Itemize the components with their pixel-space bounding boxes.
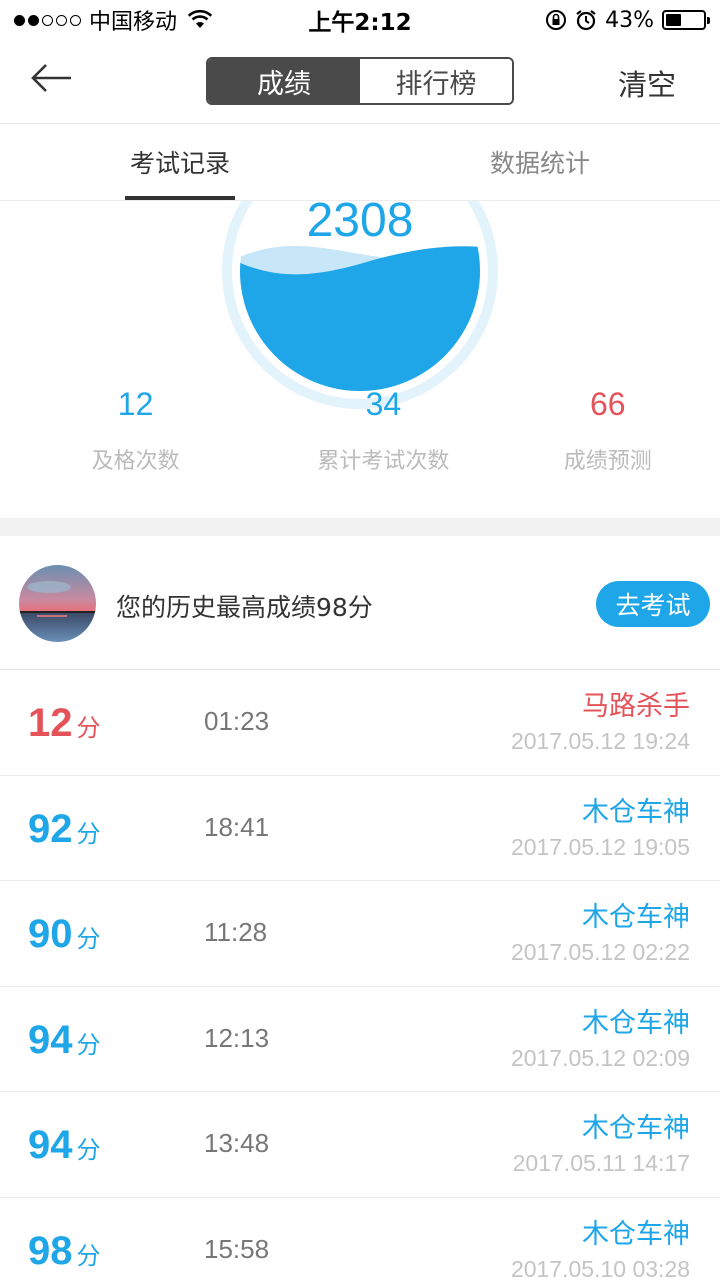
stat-label: 累计考试次数 xyxy=(317,449,450,474)
record-duration: 01:23 xyxy=(204,706,270,736)
record-row[interactable]: 98 分 15:58 木仓车神 2017.05.10 03:28 xyxy=(0,1198,720,1280)
stat-label: 及格次数 xyxy=(91,449,180,474)
score-value: 94 xyxy=(28,1017,73,1062)
record-row[interactable]: 94 分 12:13 木仓车神 2017.05.12 02:09 xyxy=(0,987,720,1092)
battery-icon xyxy=(662,10,710,30)
record-score: 98 分 xyxy=(28,1226,101,1280)
record-duration: 11:28 xyxy=(204,917,268,947)
record-rank: 木仓车神 xyxy=(582,796,690,828)
record-score: 90 分 xyxy=(28,909,101,965)
record-row[interactable]: 94 分 13:48 木仓车神 2017.05.11 14:17 xyxy=(0,1092,720,1198)
take-exam-button[interactable]: 去考试 xyxy=(596,581,710,627)
score-summary: 2308 12 及格次数 34 累计考试次数 66 成绩预测 xyxy=(0,201,720,518)
best-score-text: 您的历史最高成绩98分 xyxy=(116,593,373,622)
record-rank: 木仓车神 xyxy=(582,1007,690,1039)
record-datetime: 2017.05.12 02:09 xyxy=(510,1044,690,1071)
record-datetime: 2017.05.10 03:28 xyxy=(510,1255,690,1280)
tab-exam-records[interactable]: 考试记录 xyxy=(0,124,360,200)
tab-bar: 考试记录 数据统计 xyxy=(0,124,720,201)
segment-ranking[interactable]: 排行榜 xyxy=(360,59,512,103)
stats-row: 12 及格次数 34 累计考试次数 66 成绩预测 xyxy=(0,386,720,475)
alarm-icon xyxy=(576,10,596,31)
record-duration: 18:41 xyxy=(204,811,270,842)
score-value: 90 xyxy=(28,912,73,956)
stat-value: 66 xyxy=(590,386,626,422)
rotation-lock-icon xyxy=(546,10,567,30)
record-rank: 马路杀手 xyxy=(582,691,690,722)
record-rank: 木仓车神 xyxy=(582,1218,690,1250)
record-score: 92 分 xyxy=(28,804,101,860)
clock: 上午2:12 xyxy=(308,10,412,36)
record-row[interactable]: 90 分 11:28 木仓车神 2017.05.12 02:22 xyxy=(0,881,720,987)
record-score: 94 分 xyxy=(28,1120,101,1176)
score-value: 94 xyxy=(28,1123,73,1167)
record-row[interactable]: 12 分 01:23 马路杀手 2017.05.12 19:24 xyxy=(0,670,720,776)
segment-score[interactable]: 成绩 xyxy=(208,59,360,103)
status-bar: 中国移动 上午2:12 43% xyxy=(0,0,720,40)
stat-total-exams: 34 累计考试次数 xyxy=(271,386,495,475)
carrier-name: 中国移动 xyxy=(89,10,178,35)
record-duration: 12:13 xyxy=(204,1022,270,1053)
segmented-control: 成绩 排行榜 xyxy=(206,57,514,105)
stat-value: 34 xyxy=(365,386,402,422)
total-score: 2308 xyxy=(306,201,414,247)
record-score: 12 分 xyxy=(28,698,101,754)
tab-statistics[interactable]: 数据统计 xyxy=(360,124,720,200)
stat-value: 12 xyxy=(117,386,154,422)
stat-passed: 12 及格次数 xyxy=(0,386,271,475)
tab-label: 数据统计 xyxy=(489,149,590,178)
section-divider xyxy=(0,518,720,536)
record-duration: 15:58 xyxy=(204,1233,270,1264)
back-arrow-icon xyxy=(31,64,71,92)
record-datetime: 2017.05.12 02:22 xyxy=(510,939,690,965)
clear-button[interactable]: 清空 xyxy=(618,62,676,104)
score-unit: 分 xyxy=(76,715,101,742)
record-rank: 木仓车神 xyxy=(582,902,690,933)
score-unit: 分 xyxy=(76,820,101,848)
battery-level xyxy=(666,14,682,26)
score-unit: 分 xyxy=(76,1137,101,1164)
stat-label: 成绩预测 xyxy=(563,449,652,474)
nav-bar: 成绩 排行榜 清空 xyxy=(0,40,720,124)
record-duration: 13:48 xyxy=(204,1128,270,1158)
score-unit: 分 xyxy=(76,1242,101,1270)
score-value: 98 xyxy=(28,1228,73,1273)
back-button[interactable] xyxy=(28,58,76,98)
record-rank: 木仓车神 xyxy=(582,1113,690,1144)
score-unit: 分 xyxy=(76,926,101,953)
score-value: 92 xyxy=(28,806,73,851)
record-datetime: 2017.05.12 19:24 xyxy=(510,728,690,754)
best-score-row: 您的历史最高成绩98分 去考试 xyxy=(0,536,720,670)
signal-strength-icon xyxy=(14,14,81,26)
tab-indicator xyxy=(125,196,235,200)
tab-label: 考试记录 xyxy=(129,149,230,178)
exam-record-list: 12 分 01:23 马路杀手 2017.05.12 19:24 92 分 18:4… xyxy=(0,670,720,1280)
stat-prediction: 66 成绩预测 xyxy=(496,386,720,475)
record-score: 94 分 xyxy=(28,1015,101,1071)
record-row[interactable]: 92 分 18:41 木仓车神 2017.05.12 19:05 xyxy=(0,776,720,881)
score-value: 12 xyxy=(28,701,73,745)
record-datetime: 2017.05.12 19:05 xyxy=(510,833,690,860)
avatar[interactable] xyxy=(19,565,96,642)
battery-percent: 43% xyxy=(605,7,654,33)
score-unit: 分 xyxy=(76,1031,101,1059)
record-datetime: 2017.05.11 14:17 xyxy=(512,1150,690,1176)
wifi-icon xyxy=(187,10,213,28)
